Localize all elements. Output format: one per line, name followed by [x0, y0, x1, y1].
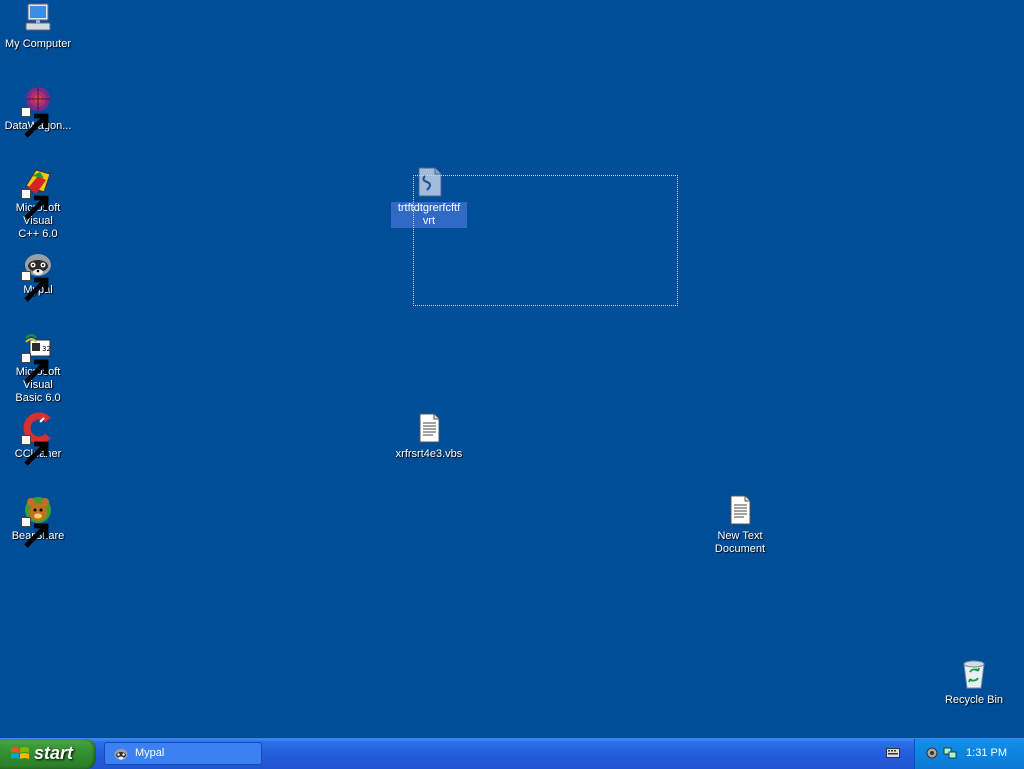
network-tray-icon[interactable]: [943, 746, 957, 760]
desktop-icon-label: xrfrsrt4e3.vbs: [395, 448, 463, 460]
desktop-icon-ccleaner[interactable]: CCleaner: [0, 412, 76, 466]
text-file-icon: [413, 412, 445, 444]
raccoon-icon: [21, 248, 54, 302]
clock[interactable]: 1:31 PM: [966, 747, 1007, 759]
bear-icon: [21, 494, 54, 548]
windows-logo-icon: [11, 747, 29, 759]
shortcut-arrow-icon: [21, 271, 49, 302]
svg-text:32: 32: [42, 345, 51, 353]
shortcut-arrow-icon: [21, 353, 49, 384]
selection-marquee: [413, 175, 678, 306]
shortcut-arrow-icon: [21, 435, 49, 466]
visual-basic-icon: 32: [21, 330, 54, 384]
start-label: start: [34, 743, 74, 763]
visual-cpp-icon: [21, 166, 54, 220]
desktop-icon-new-text-document[interactable]: New Text Document: [702, 494, 778, 556]
desktop-icon-my-computer[interactable]: My Computer: [0, 2, 76, 51]
gear-tray-icon[interactable]: [925, 746, 939, 760]
taskbar: start Mypal 1:31 PM: [0, 738, 1024, 769]
start-button[interactable]: start: [0, 739, 96, 769]
desktop-icon-recycle-bin[interactable]: Recycle Bin: [936, 658, 1012, 707]
desktop-icon-visual-basic[interactable]: 32 Microsoft Visual Basic 6.0: [0, 330, 76, 405]
desktop-icon-label: My Computer: [4, 38, 72, 50]
desktop[interactable]: My Computer DataWagon... Microsoft Visua…: [0, 0, 1024, 738]
shortcut-arrow-icon: [21, 517, 49, 548]
recycle-bin-icon: [958, 658, 990, 690]
keyboard-icon[interactable]: [886, 747, 900, 759]
shortcut-arrow-icon: [21, 189, 49, 220]
desktop-icon-label: Recycle Bin: [944, 694, 1004, 706]
desktop-icon-vbs-file[interactable]: xrfrsrt4e3.vbs: [391, 412, 467, 461]
computer-icon: [22, 2, 54, 34]
taskbar-button-mypal[interactable]: Mypal: [104, 742, 262, 765]
raccoon-icon: [114, 749, 128, 760]
desktop-icon-visual-cpp[interactable]: Microsoft Visual C++ 6.0: [0, 166, 76, 241]
shortcut-arrow-icon: [21, 107, 49, 138]
system-tray: 1:31 PM: [914, 739, 1024, 769]
desktop-icon-label: New Text Document: [714, 530, 766, 555]
ccleaner-icon: [21, 412, 54, 466]
text-file-icon: [724, 494, 756, 526]
desktop-icon-bearshare[interactable]: BearShare: [0, 494, 76, 548]
taskbar-button-label: Mypal: [135, 747, 165, 759]
desktop-icon-datawagon[interactable]: DataWagon...: [0, 84, 76, 138]
desktop-icon-mypal[interactable]: Mypal: [0, 248, 76, 302]
datawagon-icon: [21, 84, 54, 138]
